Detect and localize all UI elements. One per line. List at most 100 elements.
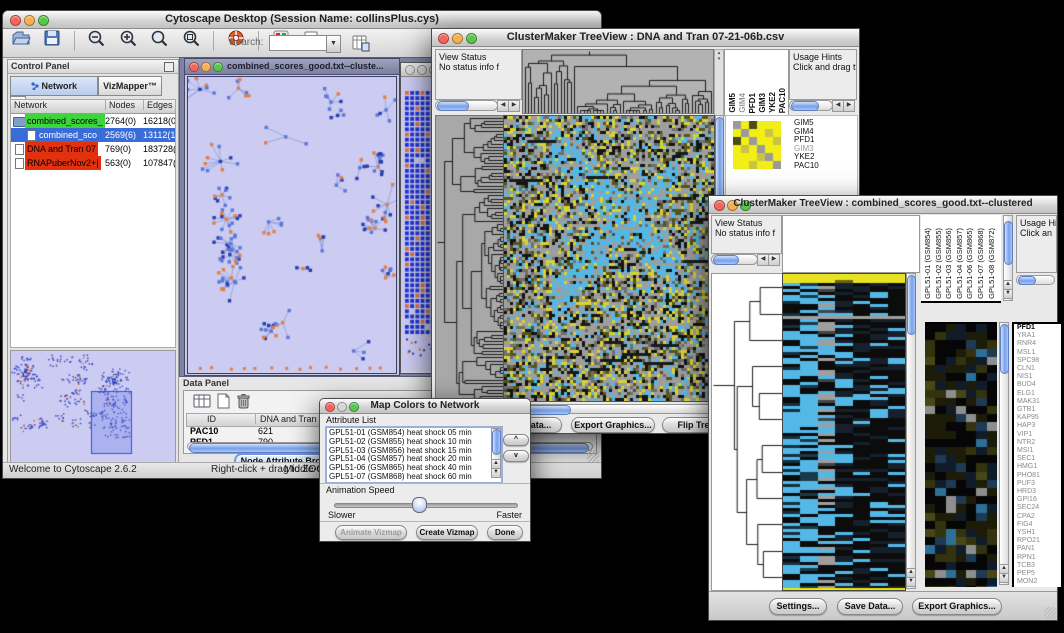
close-icon[interactable] — [189, 62, 199, 72]
zoom-selected-icon[interactable] — [150, 29, 169, 52]
dialog-titlebar[interactable]: Map Colors to Network — [320, 399, 530, 414]
tv2-heat-vscrollbar[interactable]: ▲ ▼ — [906, 273, 916, 589]
tv1-export-graphics-button[interactable]: Export Graphics... — [571, 417, 655, 433]
tv2-gene-label[interactable]: MON2 — [1017, 578, 1061, 586]
tv2-gene-label[interactable]: SEC24 — [1017, 504, 1061, 512]
tv2-gene-label[interactable]: NIS1 — [1017, 373, 1061, 381]
resize-grip[interactable] — [1044, 607, 1056, 619]
col-header-edges[interactable]: Edges — [143, 100, 173, 110]
tv2-gene-label[interactable]: YSH1 — [1017, 529, 1061, 537]
search-input[interactable] — [269, 35, 327, 51]
create-vizmap-button[interactable]: Create Vizmap — [416, 525, 478, 540]
delete-attribute-icon[interactable] — [236, 393, 251, 414]
tv2-column-dendrogram[interactable] — [782, 215, 920, 273]
close-icon[interactable] — [714, 200, 725, 211]
tv2-gene-label[interactable]: GTB1 — [1017, 406, 1061, 414]
tv2-gene-label[interactable]: HAP3 — [1017, 422, 1061, 430]
tv1-status-hscrollbar[interactable]: ◀▶ — [435, 100, 520, 111]
network-view-window[interactable]: combined_scores_good.txt--cluste... — [184, 58, 400, 376]
tv2-gene-label[interactable]: RPO21 — [1017, 537, 1061, 545]
table-mapping-icon[interactable] — [193, 393, 211, 414]
zoom-window-icon[interactable] — [213, 62, 223, 72]
tv2-gene-label[interactable]: MSL1 — [1017, 349, 1061, 357]
tab-vizmapper[interactable]: VizMapper™ — [98, 76, 162, 96]
tv2-gene-label[interactable]: CPA2 — [1017, 513, 1061, 521]
tv2-gene-label[interactable]: PAN1 — [1017, 545, 1061, 553]
tv2-gene-label[interactable]: KAP95 — [1017, 414, 1061, 422]
attribute-list-vscrollbar[interactable]: ▲ ▼ — [491, 428, 501, 478]
tv2-heatmap[interactable] — [782, 273, 906, 591]
float-panel-icon[interactable] — [164, 62, 174, 72]
tv2-labels-vscrollbar[interactable]: ▲ ▼ — [1003, 215, 1013, 301]
tv2-settings-button[interactable]: Settings... — [769, 598, 827, 615]
search-dropdown-icon[interactable]: ▼ — [326, 35, 341, 53]
tv2-gene-label[interactable]: RNR4 — [1017, 340, 1061, 348]
tv2-gene-label[interactable]: MSI1 — [1017, 447, 1061, 455]
tv2-zoom-heatmap[interactable] — [925, 322, 997, 587]
tab-network[interactable]: Network — [10, 76, 98, 96]
tv1-heatmap[interactable] — [503, 115, 715, 402]
move-up-button[interactable]: ^ — [503, 434, 529, 446]
minimize-icon[interactable] — [201, 62, 211, 72]
tv2-gene-label[interactable]: ELG1 — [1017, 390, 1061, 398]
tv2-zoom-vscrollbar[interactable]: ▲ ▼ — [999, 322, 1009, 585]
attribute-listbox[interactable]: GPL51-01 (GSM854) heat shock 05 minGPL51… — [325, 426, 503, 484]
tv2-usage-hscrollbar[interactable] — [1016, 275, 1055, 285]
tv2-gene-label[interactable]: FIG4 — [1017, 521, 1061, 529]
tv2-gene-label[interactable]: SPC98 — [1017, 357, 1061, 365]
main-titlebar[interactable]: Cytoscape Desktop (Session Name: collins… — [3, 11, 601, 29]
network-tree-row[interactable]: RNAPuberNov2+|563(0)107847(0) — [11, 156, 175, 170]
tv2-gene-label[interactable]: TCB3 — [1017, 562, 1061, 570]
network-tree-row[interactable]: combined_sco2569(6)13112(15) — [11, 128, 175, 142]
tv2-gene-label[interactable]: VIP1 — [1017, 431, 1061, 439]
new-attribute-icon[interactable] — [216, 393, 231, 414]
close-icon[interactable] — [405, 65, 415, 75]
close-icon[interactable] — [325, 402, 335, 412]
tv1-titlebar[interactable]: ClusterMaker TreeView : DNA and Tran 07-… — [432, 29, 859, 47]
attribute-list-item[interactable]: GPL51-07 (GSM868) heat shock 60 min — [329, 473, 489, 482]
network-tree-row[interactable]: DNA and Tran 07769(0)183728(0) — [11, 142, 175, 156]
close-icon[interactable] — [438, 33, 449, 44]
tv2-gene-label[interactable]: PEP5 — [1017, 570, 1061, 578]
network-canvas[interactable] — [187, 76, 397, 374]
zoom-in-icon[interactable] — [119, 29, 138, 52]
tv1-row-dendrogram[interactable] — [435, 115, 504, 402]
move-down-button[interactable]: v — [503, 450, 529, 462]
tv2-export-graphics-button[interactable]: Export Graphics... — [912, 598, 1002, 615]
birds-eye-view[interactable] — [10, 350, 176, 464]
zoom-fit-icon[interactable] — [182, 29, 201, 52]
speed-slider-thumb[interactable] — [412, 497, 427, 513]
tv2-gene-label[interactable]: CLN1 — [1017, 365, 1061, 373]
tv1-usage-hscrollbar[interactable]: ◀▶ — [789, 100, 855, 111]
tv2-gene-label[interactable]: NTR2 — [1017, 439, 1061, 447]
animate-vizmap-button[interactable]: Animate Vizmap — [335, 525, 407, 540]
done-button[interactable]: Done — [487, 525, 523, 540]
tv2-save-data-button[interactable]: Save Data... — [837, 598, 903, 615]
minimize-icon[interactable] — [417, 65, 427, 75]
tv2-titlebar[interactable]: ClusterMaker TreeView : combined_scores_… — [709, 196, 1057, 214]
open-folder-icon[interactable] — [11, 29, 31, 52]
tv2-gene-label[interactable]: PUF3 — [1017, 480, 1061, 488]
col-header-network[interactable]: Network — [14, 100, 47, 110]
import-table-icon[interactable] — [351, 33, 370, 57]
tv2-gene-label[interactable]: MAK31 — [1017, 398, 1061, 406]
tv2-gene-label[interactable]: HRD3 — [1017, 488, 1061, 496]
tv2-status-hscrollbar[interactable]: ◀▶ — [711, 254, 780, 265]
tv2-gene-label[interactable]: PHO81 — [1017, 472, 1061, 480]
zoom-out-icon[interactable] — [87, 29, 106, 52]
col-header-nodes[interactable]: Nodes — [105, 100, 135, 110]
save-icon[interactable] — [43, 29, 61, 52]
tv2-gene-label[interactable]: HMG1 — [1017, 463, 1061, 471]
tv2-row-dendrogram[interactable] — [711, 273, 783, 591]
tv2-gene-label[interactable]: PFD1 — [1017, 324, 1061, 332]
close-icon[interactable] — [10, 15, 21, 26]
tv1-column-dendrogram[interactable] — [522, 49, 714, 114]
tv2-gene-label[interactable]: BUD4 — [1017, 381, 1061, 389]
resize-grip[interactable] — [587, 450, 599, 462]
dp-col-id[interactable]: ID — [207, 414, 216, 424]
tv1-zoom-heatmap[interactable] — [733, 121, 781, 169]
tv2-gene-label[interactable]: GPI16 — [1017, 496, 1061, 504]
tv2-gene-label[interactable]: SEC1 — [1017, 455, 1061, 463]
tv2-gene-label[interactable]: YRA1 — [1017, 332, 1061, 340]
tv2-gene-label[interactable]: RPN1 — [1017, 554, 1061, 562]
